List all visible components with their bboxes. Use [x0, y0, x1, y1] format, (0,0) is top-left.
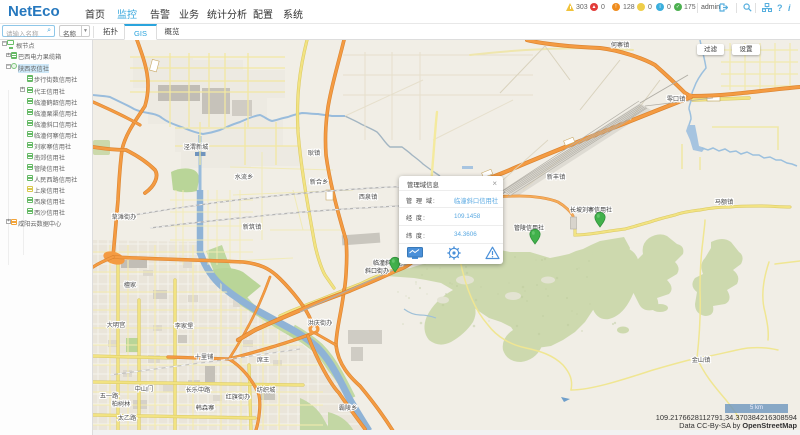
svg-text:纺织城: 纺织城: [257, 386, 276, 394]
svg-text:李家堡: 李家堡: [175, 322, 194, 330]
svg-text:五一路: 五一路: [100, 392, 119, 400]
svg-text:新筑镇: 新筑镇: [243, 223, 262, 231]
svg-text:韩森寨: 韩森寨: [196, 404, 215, 412]
svg-text:管陵信用社: 管陵信用社: [514, 224, 544, 232]
svg-text:斜口街办: 斜口街办: [365, 267, 389, 275]
svg-text:霸陵乡: 霸陵乡: [339, 404, 358, 412]
svg-text:水流乡: 水流乡: [235, 173, 254, 181]
svg-text:长坡刘寨信用社: 长坡刘寨信用社: [570, 206, 612, 214]
svg-text:红旗街办: 红旗街办: [226, 393, 251, 401]
svg-text:大明宫: 大明宫: [107, 321, 126, 329]
svg-text:檀家: 檀家: [124, 281, 136, 289]
svg-text:太乙路: 太乙路: [118, 414, 137, 422]
svg-text:马额镇: 马额镇: [715, 198, 734, 206]
svg-text:新丰镇: 新丰镇: [547, 173, 566, 181]
svg-text:泾渭新城: 泾渭新城: [184, 143, 209, 151]
svg-text:金山镇: 金山镇: [692, 356, 711, 364]
svg-text:十里铺: 十里铺: [195, 353, 214, 361]
svg-text:柏树林: 柏树林: [112, 400, 131, 408]
svg-text:零口镇: 零口镇: [667, 95, 686, 103]
svg-text:何寨镇: 何寨镇: [611, 41, 630, 49]
svg-text:洪庆街办: 洪庆街办: [308, 319, 333, 327]
svg-text:耿镇: 耿镇: [308, 149, 320, 157]
svg-text:中山门: 中山门: [135, 385, 154, 393]
svg-text:西泉镇: 西泉镇: [359, 193, 378, 201]
svg-text:长乐中路: 长乐中路: [186, 386, 212, 394]
svg-text:新合乡: 新合乡: [310, 178, 329, 186]
svg-text:草滩街办: 草滩街办: [112, 213, 137, 221]
svg-text:席王: 席王: [257, 356, 269, 364]
